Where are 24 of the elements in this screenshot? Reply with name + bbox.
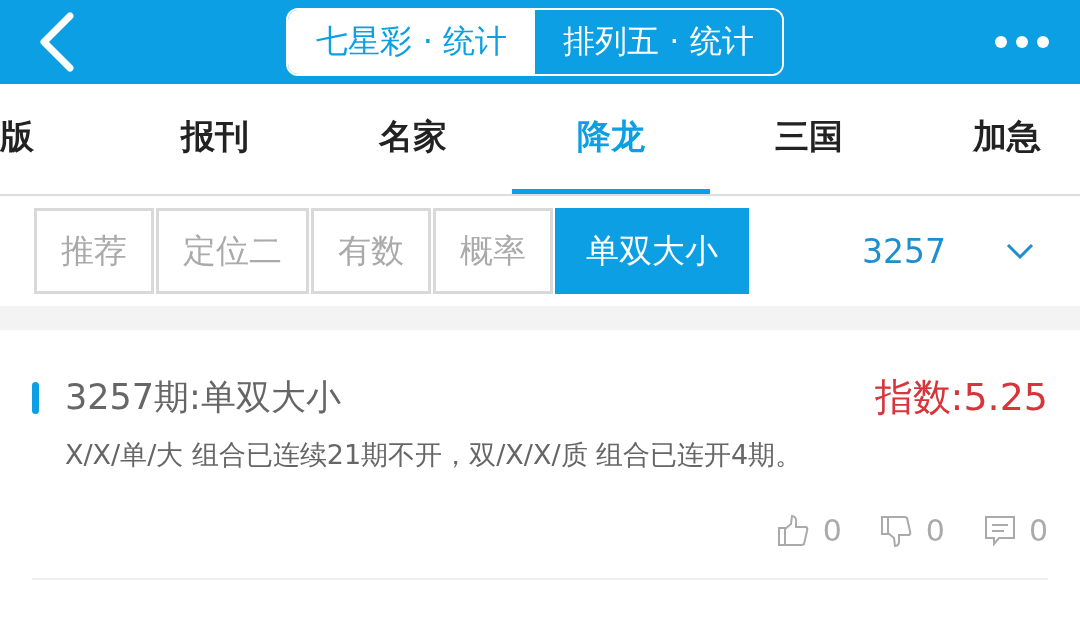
filter-tab[interactable]: 概率 [433,208,553,294]
thumbs-down-icon[interactable] [879,513,914,548]
post-title: 3257期:单双大小 [65,376,341,419]
filter-tab[interactable]: 推荐 [34,208,154,294]
more-icon[interactable] [994,35,1050,49]
category-tab[interactable]: 名家 [314,84,512,194]
dislike-count: 0 [925,513,945,548]
accent-bar [32,381,39,414]
segment-tab[interactable]: 七星彩 · 统计 [288,10,535,74]
thumbs-up-icon[interactable] [776,513,811,548]
category-tab[interactable]: 报刊 [116,84,314,194]
issue-dropdown[interactable]: 3257 [856,230,1040,272]
filter-tab[interactable]: 有数 [311,208,431,294]
category-tab[interactable]: 加急 [908,84,1080,194]
category-tab[interactable]: 降龙 [512,84,710,194]
filter-tab[interactable]: 定位二 [156,208,309,294]
index-value: 指数:5.25 [874,374,1048,421]
chevron-down-icon [1006,243,1034,259]
category-tab[interactable]: 三国 [710,84,908,194]
comment-count: 0 [1028,513,1048,548]
post-body: X/X/单/大 组合已连续21期不开，双/X/X/质 组合已连开4期。 [65,438,804,472]
filter-tab[interactable]: 单双大小 [555,208,749,294]
like-count: 0 [822,513,842,548]
comment-icon[interactable] [982,513,1017,548]
